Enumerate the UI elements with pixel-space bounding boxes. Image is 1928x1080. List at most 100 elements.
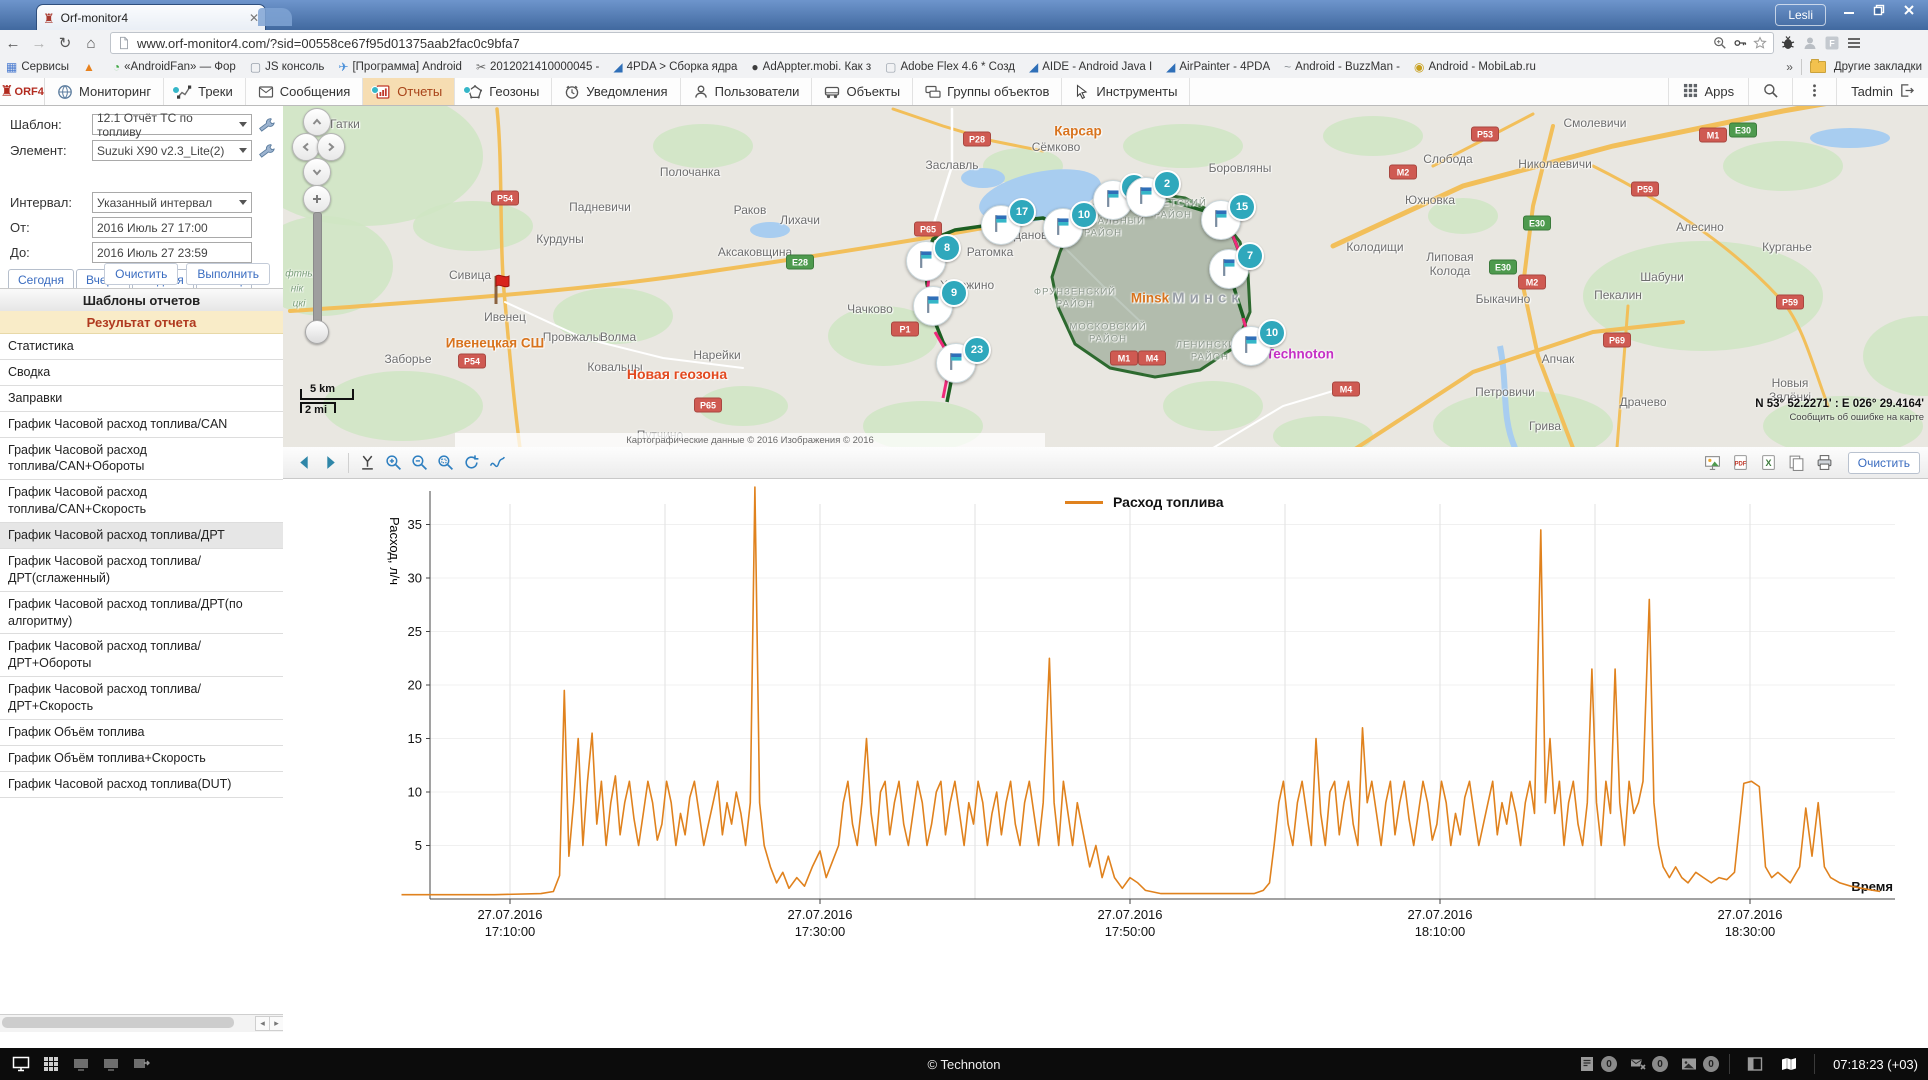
toolbar-item[interactable]: Пользователи (681, 78, 813, 105)
zoom-page-icon[interactable] (1713, 36, 1727, 50)
pan-up-button[interactable] (303, 108, 331, 136)
export-excel-button[interactable]: X (1756, 451, 1782, 475)
status-counter[interactable]: 0 (1576, 1052, 1617, 1076)
screen-2-icon[interactable] (96, 1052, 126, 1076)
report-map-error-link[interactable]: Сообщить об ошибке на карте (1789, 412, 1924, 423)
bookmark-item[interactable]: ▲ (83, 61, 99, 73)
red-flag-marker[interactable] (489, 272, 515, 306)
url-bar[interactable]: www.orf-monitor4.com/?sid=00558ce67f95d0… (110, 32, 1774, 54)
screen-export-icon[interactable] (126, 1052, 156, 1076)
apps-button[interactable]: Apps (1668, 78, 1748, 105)
print-button[interactable] (1812, 451, 1838, 475)
bookmark-star-icon[interactable] (1753, 36, 1767, 50)
y-axis-settings-button[interactable] (354, 451, 380, 475)
zoom-slider-handle[interactable] (305, 320, 329, 344)
toolbar-item[interactable]: Группы объектов (913, 78, 1062, 105)
scrollbar-right-arrow[interactable]: ▸ (269, 1016, 284, 1031)
refresh-chart-button[interactable] (458, 451, 484, 475)
report-list-item[interactable]: График Часовой расход топлива/ДРТ(сглаже… (0, 549, 283, 592)
more-menu-button[interactable] (1792, 78, 1836, 105)
sidebar-horizontal-scrollbar-thumb[interactable] (2, 1017, 234, 1028)
report-list-item[interactable]: График Часовой расход топлива/ДРТ+Оборот… (0, 634, 283, 677)
toolbar-item[interactable]: Отчеты (363, 78, 455, 105)
map-canvas[interactable]: ГаткиПолочанкаПадневичиРаковЛихачиКурдун… (283, 105, 1928, 448)
pan-left-button[interactable] (292, 133, 320, 161)
pan-down-button[interactable] (303, 158, 331, 186)
forward-icon[interactable]: → (26, 35, 52, 52)
template-settings-wrench-icon[interactable] (258, 116, 276, 134)
panel-layout-icon[interactable] (1740, 1052, 1770, 1076)
new-tab-button[interactable] (258, 8, 292, 26)
bookmark-item[interactable]: ▢ Adobe Flex 4.6 * Созд (885, 61, 1015, 73)
bookmarks-overflow-chevron[interactable]: » (1786, 60, 1793, 74)
toolbar-item[interactable]: Объекты (812, 78, 913, 105)
report-list-item[interactable]: График Часовой расход топлива/CAN+Оборот… (0, 438, 283, 481)
extension-f-icon[interactable]: F (1824, 35, 1840, 51)
bookmark-item[interactable]: ✈ [Программа] Android (338, 61, 462, 73)
bookmark-item[interactable]: ◔ «AndroidFan» — Фор (113, 61, 236, 73)
browser-menu-icon[interactable] (1846, 35, 1862, 51)
toolbar-item[interactable]: Уведомления (552, 78, 680, 105)
report-list-item[interactable]: График Часовой расход топлива/ДРТ+Скорос… (0, 677, 283, 720)
export-pdf-button[interactable]: PDF (1728, 451, 1754, 475)
report-list-item[interactable]: График Объём топлива (0, 720, 283, 746)
bookmark-item[interactable]: ◉ Android - MobiLab.ru (1414, 61, 1536, 73)
toolbar-item[interactable]: Сообщения (246, 78, 364, 105)
next-page-button[interactable] (317, 451, 343, 475)
zoom-out-chart-button[interactable] (406, 451, 432, 475)
chart-clear-button[interactable]: Очистить (1848, 452, 1920, 474)
refresh-icon[interactable]: ↻ (52, 34, 78, 52)
result-header[interactable]: Результат отчета (0, 311, 283, 334)
report-list-item[interactable]: График Часовой расход топлива/ДРТ(по алг… (0, 592, 283, 635)
element-select[interactable]: Suzuki X90 v2.3_Lite(2) (92, 140, 252, 161)
toolbar-item[interactable]: Треки (164, 78, 246, 105)
search-button[interactable] (1748, 78, 1792, 105)
to-input[interactable]: 2016 Июль 27 23:59 (92, 242, 252, 263)
trend-line-button[interactable] (484, 451, 510, 475)
zoom-in-button[interactable] (303, 185, 331, 213)
map-icon[interactable] (1774, 1052, 1804, 1076)
extension-person-icon[interactable] (1802, 35, 1818, 51)
home-icon[interactable]: ⌂ (78, 35, 104, 52)
report-list-item[interactable]: График Часовой расход топлива/ДРТ (0, 523, 283, 549)
element-settings-wrench-icon[interactable] (258, 142, 276, 160)
toolbar-item[interactable]: Мониторинг (45, 78, 164, 105)
bookmark-item[interactable]: ◢ AIDE - Android Java I (1029, 61, 1152, 73)
back-icon[interactable]: ← (0, 35, 26, 52)
clear-button[interactable]: Очистить (104, 263, 178, 285)
window-restore-button[interactable] (1864, 0, 1894, 20)
scrollbar-left-arrow[interactable]: ◂ (255, 1016, 270, 1031)
window-close-button[interactable] (1894, 0, 1924, 20)
report-list-item[interactable]: График Объём топлива+Скорость (0, 746, 283, 772)
user-menu-button[interactable]: Tadmin (1836, 78, 1928, 105)
report-list-item[interactable]: Заправки (0, 386, 283, 412)
browser-tab[interactable]: ♜ Orf-monitor4 ✕ (36, 4, 266, 31)
bookmark-item[interactable]: ◢ 4PDA > Сборка ядра (613, 61, 737, 73)
templates-header[interactable]: Шаблоны отчетов (0, 288, 283, 312)
toolbar-item[interactable]: Инструменты (1062, 78, 1190, 105)
url-text[interactable]: www.orf-monitor4.com/?sid=00558ce67f95d0… (137, 36, 1707, 51)
report-list-item[interactable]: Сводка (0, 360, 283, 386)
toolbar-item[interactable]: Геозоны (455, 78, 552, 105)
prev-page-button[interactable] (291, 451, 317, 475)
zoom-in-chart-button[interactable] (380, 451, 406, 475)
status-counter[interactable]: 0 (1627, 1052, 1668, 1076)
slideshow-button[interactable] (1700, 451, 1726, 475)
interval-select[interactable]: Указанный интервал (92, 192, 252, 213)
extension-bug-icon[interactable] (1780, 35, 1796, 51)
report-list-item[interactable]: График Часовой расход топлива(DUT) (0, 772, 283, 798)
bookmark-item[interactable]: ◢ AirPainter - 4PDA (1166, 61, 1270, 73)
report-list-item[interactable]: График Часовой расход топлива/CAN+Скорос… (0, 480, 283, 523)
screen-1-icon[interactable] (66, 1052, 96, 1076)
profile-button[interactable]: Lesli (1775, 4, 1826, 26)
status-counter[interactable]: 0 (1678, 1052, 1719, 1076)
bookmark-item[interactable]: ▦ Сервисы (6, 61, 69, 73)
pan-right-button[interactable] (317, 133, 345, 161)
grid-view-icon[interactable] (36, 1052, 66, 1076)
bookmark-item[interactable]: ~ Android - BuzzMan - (1284, 61, 1400, 73)
app-logo[interactable]: ♜ORF4 (0, 78, 45, 105)
bookmark-item[interactable]: ▢ JS консоль (250, 61, 325, 73)
from-input[interactable]: 2016 Июль 27 17:00 (92, 217, 252, 238)
window-minimize-button[interactable] (1834, 0, 1864, 20)
monitor-icon[interactable] (6, 1052, 36, 1076)
